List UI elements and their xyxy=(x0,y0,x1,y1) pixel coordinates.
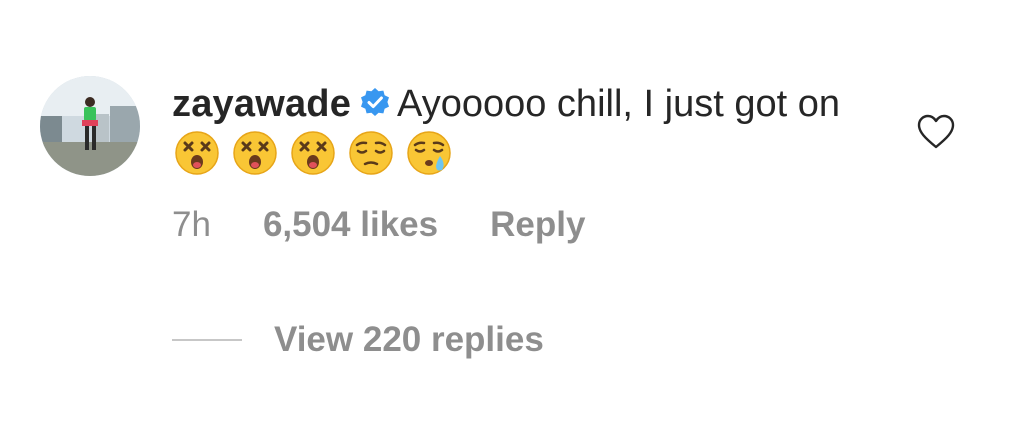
dizzy-face-emoji-icon xyxy=(232,130,278,176)
comment-text: Ayooooo chill, I just got on xyxy=(397,83,840,125)
username-link[interactable]: zayawade xyxy=(172,83,351,125)
likes-count-button[interactable]: 6,504 likes xyxy=(263,205,438,245)
replies-divider-line xyxy=(172,339,242,341)
like-heart-icon[interactable] xyxy=(917,114,955,150)
verified-badge-icon xyxy=(359,81,391,116)
timestamp[interactable]: 7h xyxy=(172,205,211,245)
avatar[interactable] xyxy=(40,76,140,176)
dizzy-face-emoji-icon xyxy=(290,130,336,176)
pensive-face-emoji-icon xyxy=(348,130,394,176)
comment-meta: 7h 6,504 likes Reply xyxy=(172,205,585,245)
comment-body: zayawade Ayooooo chill, I just got on xyxy=(172,78,872,182)
view-replies-label: View 220 replies xyxy=(274,320,544,359)
emoji-group xyxy=(174,130,452,176)
view-replies-button[interactable]: View 220 replies xyxy=(172,320,544,360)
sleepy-face-emoji-icon xyxy=(406,130,452,176)
comment-item: zayawade Ayooooo chill, I just got on 7h… xyxy=(0,0,1024,431)
avatar-photo xyxy=(40,76,140,176)
dizzy-face-emoji-icon xyxy=(174,130,220,176)
reply-button[interactable]: Reply xyxy=(490,205,585,245)
